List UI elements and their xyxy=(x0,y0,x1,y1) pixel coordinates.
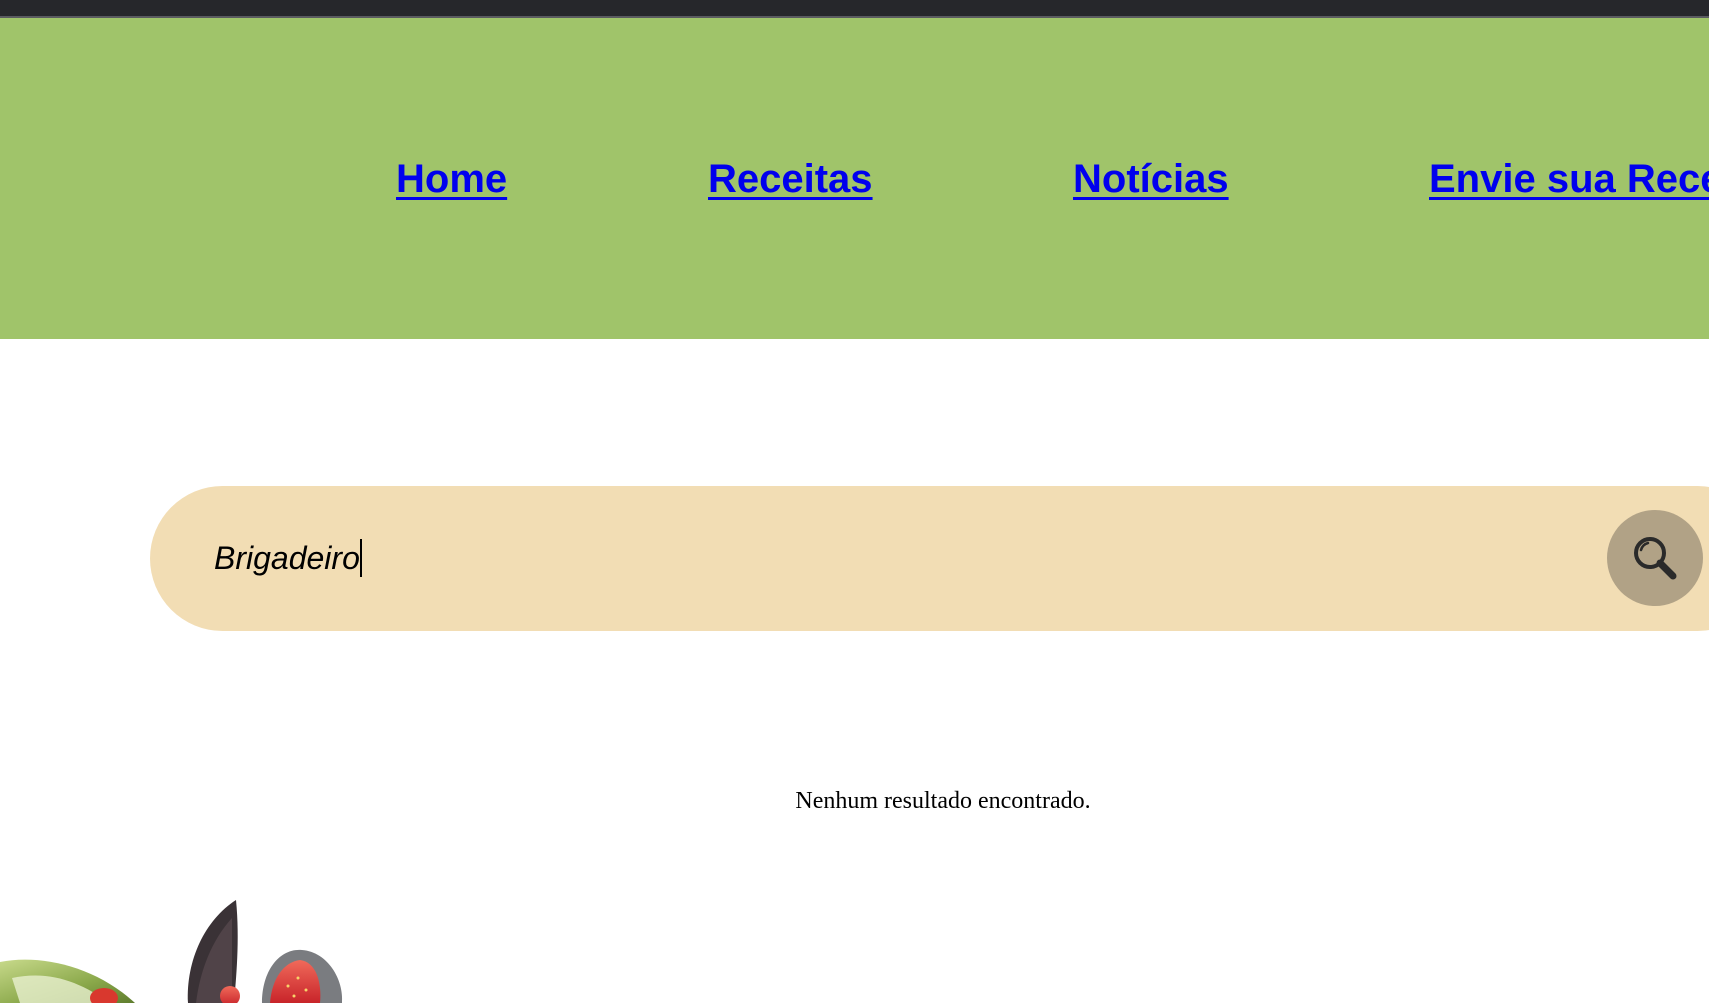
food-decoration-image xyxy=(0,900,343,1003)
text-caret xyxy=(360,539,362,577)
search-input[interactable] xyxy=(214,536,1564,580)
nav-link-noticias[interactable]: Notícias xyxy=(1073,155,1229,203)
nav-link-home[interactable]: Home xyxy=(396,155,507,203)
nav-link-receitas[interactable]: Receitas xyxy=(708,155,873,203)
browser-window-edge xyxy=(0,0,1709,18)
site-header: Home Receitas Notícias Envie sua Rece xyxy=(0,18,1709,339)
search-button[interactable] xyxy=(1607,510,1703,606)
no-results-message: Nenhum resultado encontrado. xyxy=(795,788,1091,814)
search-icon xyxy=(1634,537,1677,580)
nav-link-envie-sua-receita[interactable]: Envie sua Rece xyxy=(1429,155,1709,203)
